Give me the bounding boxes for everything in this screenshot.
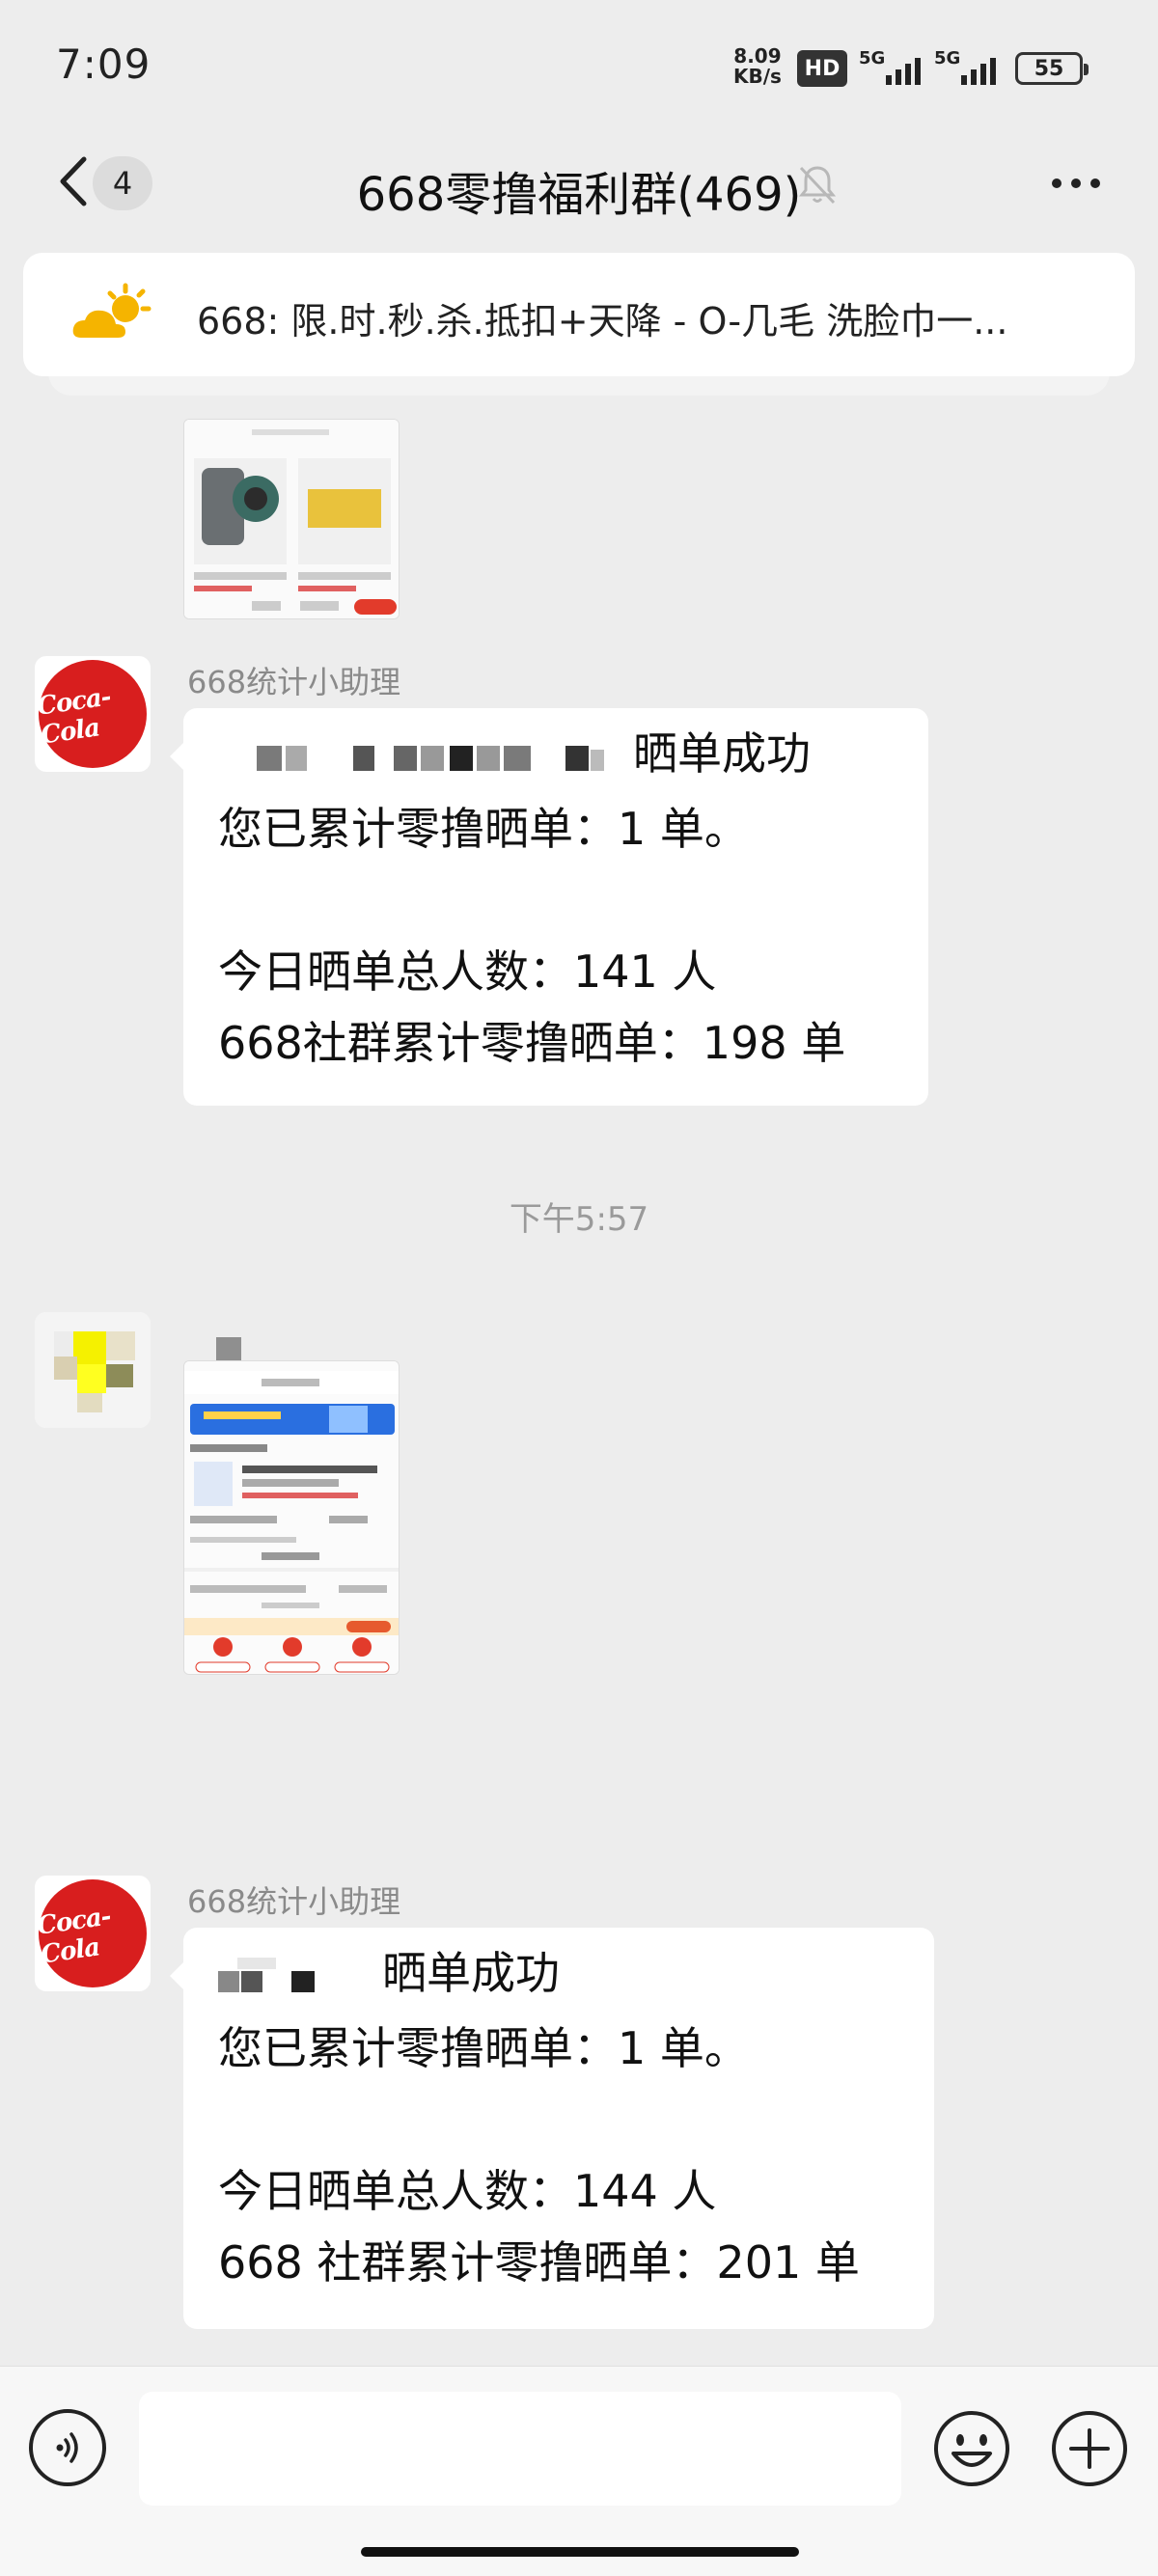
sender-name: 668统计小助理 — [187, 1883, 401, 1920]
avatar[interactable]: Coca-Cola — [35, 656, 151, 772]
message-line: 您已累计零撸晒单：1 单。 — [218, 2021, 749, 2074]
screenshot-thumbnail — [184, 1361, 399, 1674]
message-line: 晒单成功 — [218, 1937, 899, 2013]
mute-bell-icon — [798, 166, 837, 205]
title-bar: 4 668零撸福利群(469) — [0, 135, 1158, 232]
redacted-name — [218, 1941, 382, 2013]
message-line: 晒单成功 — [218, 718, 894, 793]
more-options-button[interactable] — [1042, 154, 1110, 212]
signal-icon: 5G — [934, 48, 1011, 85]
network-type-label: 5G — [934, 48, 961, 69]
message-text: 晒单成功 — [382, 1947, 560, 1999]
network-type-label: 5G — [859, 48, 886, 69]
sender-name-redacted — [216, 1337, 241, 1360]
message-line: 今日晒单总人数：144 人 — [218, 2164, 717, 2217]
announcement-text: 668: 限.时.秒.杀.抵扣+天降 - O-几毛 洗脸巾一... — [197, 300, 1008, 343]
voice-input-button[interactable] — [29, 2409, 106, 2486]
screenshot-thumbnail — [184, 420, 399, 618]
dot-icon — [1052, 178, 1062, 188]
hd-icon: HD — [797, 50, 847, 87]
status-time: 7:09 — [56, 41, 152, 88]
message-line: 您已累计零撸晒单：1 单。 — [218, 802, 749, 855]
dot-icon — [1090, 178, 1100, 188]
network-speed-value: 8.09 — [733, 44, 782, 68]
network-speed: 8.09 KB/s — [733, 46, 782, 87]
signal-icon: 5G — [859, 48, 936, 85]
image-message[interactable] — [183, 419, 400, 619]
coca-cola-logo: Coca-Cola — [35, 1902, 113, 1970]
home-indicator[interactable] — [361, 2547, 799, 2557]
message-bubble[interactable]: 晒单成功 您已累计零撸晒单：1 单。 今日晒单总人数：144 人 668 社群累… — [170, 1928, 934, 2329]
battery-icon: 55 — [1015, 52, 1089, 85]
weather-sun-cloud-icon — [72, 283, 152, 338]
status-bar: 7:09 8.09 KB/s HD 5G 5G 55 — [0, 0, 1158, 125]
avatar[interactable]: Coca-Cola — [35, 1876, 151, 1991]
message-line: 今日晒单总人数：141 人 — [218, 945, 717, 998]
blurred-avatar-image — [35, 1312, 151, 1428]
add-plus-icon[interactable] — [1050, 2409, 1129, 2488]
network-speed-unit: KB/s — [733, 65, 782, 88]
image-message[interactable] — [183, 1360, 400, 1675]
avatar[interactable] — [35, 1312, 151, 1428]
message-input-bar — [0, 2366, 1158, 2576]
sender-name: 668统计小助理 — [187, 664, 401, 700]
coca-cola-logo: Coca-Cola — [35, 682, 113, 751]
emoji-icon[interactable] — [932, 2409, 1011, 2488]
message-line: 668 社群累计零撸晒单：201 单 — [218, 2235, 860, 2288]
voice-icon — [56, 2432, 78, 2463]
message-text: 晒单成功 — [633, 727, 811, 780]
dot-icon — [1071, 178, 1081, 188]
chat-title[interactable]: 668零撸福利群(469) — [0, 156, 1158, 224]
message-input[interactable] — [139, 2392, 901, 2506]
group-announcement[interactable]: 668: 限.时.秒.杀.抵扣+天降 - O-几毛 洗脸巾一... — [23, 253, 1135, 376]
chat-screen: 7:09 8.09 KB/s HD 5G 5G 55 4 668零撸福利群(46… — [0, 0, 1158, 2576]
redacted-name — [218, 722, 633, 793]
timestamp: 下午5:57 — [509, 1200, 649, 1239]
message-bubble[interactable]: 晒单成功 您已累计零撸晒单：1 单。 今日晒单总人数：141 人 668社群累计… — [170, 708, 928, 1106]
message-list[interactable]: Coca-Cola 668统计小助理 晒单成功 您已累计零撸晒单：1 单。 今日… — [0, 419, 1158, 2364]
message-line: 668社群累计零撸晒单：198 单 — [218, 1016, 846, 1069]
